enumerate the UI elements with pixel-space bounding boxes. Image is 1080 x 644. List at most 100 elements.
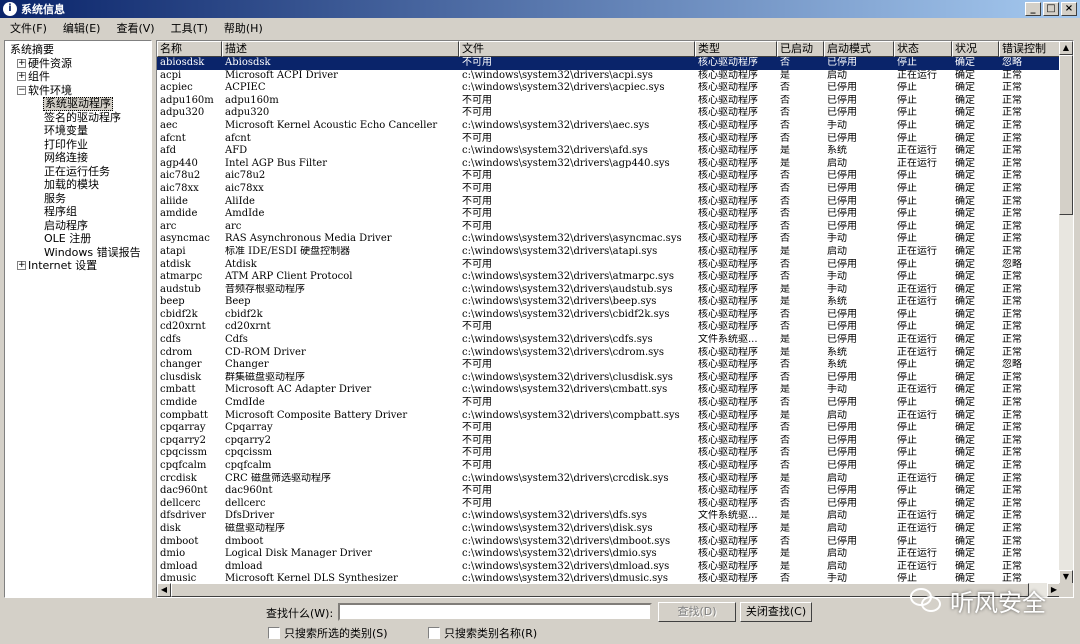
search-selected-category-option[interactable]: 只搜索所选的类别(S) <box>268 625 388 641</box>
table-row[interactable]: cmbatt Microsoft AC Adapter Driver c:\wind… <box>157 384 1061 397</box>
table-row[interactable]: afcnt afcnt 不可用 核心驱动程序 否 已停用 停止 确定 正常 <box>157 133 1061 146</box>
tree-item[interactable]: 环境变量 <box>5 124 151 138</box>
menu-edit[interactable]: 编辑(E) <box>57 20 107 36</box>
scroll-up-arrow-icon[interactable]: ▲ <box>1059 41 1073 55</box>
table-row[interactable]: arc arc 不可用 核心驱动程序 否 已停用 停止 确定 正常 <box>157 221 1061 234</box>
table-row[interactable]: dmboot dmboot c:\windows\system32\drivers\… <box>157 536 1061 549</box>
column-header[interactable]: 状况 <box>952 41 999 57</box>
table-row[interactable]: abiosdsk Abiosdsk 不可用 核心驱动程序 否 已停用 停止 确定 忽略 <box>157 57 1061 70</box>
table-row[interactable]: disk 磁盘驱动程序 c:\windows\system32\drivers\di… <box>157 523 1061 536</box>
table-row[interactable]: cdfs Cdfs c:\windows\system32\drivers\cdfs… <box>157 334 1061 347</box>
tree-item[interactable]: + Internet 设置 <box>5 259 151 273</box>
table-cell: c:\windows\system32\drivers\acpiec.sys <box>462 82 665 94</box>
table-row[interactable]: agp440 Intel AGP Bus Filter c:\windows\sys… <box>157 158 1061 171</box>
column-header[interactable]: 类型 <box>695 41 777 57</box>
close-find-button[interactable]: 关闭查找(C) <box>740 602 812 622</box>
table-cell: dmio <box>160 548 186 560</box>
menu-help[interactable]: 帮助(H) <box>218 20 269 36</box>
table-row[interactable]: cpqcissm cpqcissm 不可用 核心驱动程序 否 已停用 停止 确定 正常 <box>157 447 1061 460</box>
column-header[interactable]: 已启动 <box>777 41 824 57</box>
title-bar[interactable]: i 系统信息 _ □ × <box>0 0 1080 18</box>
table-row[interactable]: atapi 标准 IDE/ESDI 硬盘控制器 c:\windows\system3… <box>157 246 1061 259</box>
column-header[interactable]: 名称 <box>157 41 222 57</box>
expand-icon[interactable]: + <box>17 72 26 81</box>
maximize-button[interactable]: □ <box>1043 2 1059 16</box>
tree-item[interactable]: 正在运行任务 <box>5 165 151 179</box>
table-row[interactable]: aic78u2 aic78u2 不可用 核心驱动程序 否 已停用 停止 确定 正常 <box>157 170 1061 183</box>
column-header[interactable]: 状态 <box>894 41 952 57</box>
scroll-left-arrow-icon[interactable]: ◀ <box>157 583 171 597</box>
find-input[interactable] <box>338 603 652 621</box>
table-row[interactable]: cmdide CmdIde 不可用 核心驱动程序 否 已停用 停止 确定 正常 <box>157 397 1061 410</box>
table-row[interactable]: amdide AmdIde 不可用 核心驱动程序 否 已停用 停止 确定 正常 <box>157 208 1061 221</box>
menu-file[interactable]: 文件(F) <box>4 20 53 36</box>
column-header[interactable]: 描述 <box>222 41 459 57</box>
table-row[interactable]: dfsdriver DfsDriver c:\windows\system32\dr… <box>157 510 1061 523</box>
table-row[interactable]: dmload dmload c:\windows\system32\drivers\… <box>157 561 1061 574</box>
table-row[interactable]: aliide AliIde 不可用 核心驱动程序 否 已停用 停止 确定 正常 <box>157 196 1061 209</box>
table-row[interactable]: changer Changer 不可用 核心驱动程序 否 系统 停止 确定 忽略 <box>157 359 1061 372</box>
tree-item[interactable]: 打印作业 <box>5 138 151 152</box>
expand-icon[interactable]: + <box>17 58 26 68</box>
menu-view[interactable]: 查看(V) <box>110 20 160 36</box>
tree-item[interactable]: − 软件环境 <box>5 84 151 98</box>
tree-item[interactable]: 系统摘要 <box>5 43 151 57</box>
table-row[interactable]: adpu320 adpu320 不可用 核心驱动程序 否 已停用 停止 确定 正常 <box>157 107 1061 120</box>
tree-item[interactable]: 服务 <box>5 192 151 206</box>
table-cell: 启动 <box>827 157 847 169</box>
collapse-icon[interactable]: − <box>17 85 26 95</box>
table-row[interactable]: adpu160m adpu160m 不可用 核心驱动程序 否 已停用 停止 确定 正常 <box>157 95 1061 108</box>
table-row[interactable]: cpqarray Cpqarray 不可用 核心驱动程序 否 已停用 停止 确定 正常 <box>157 422 1061 435</box>
close-button[interactable]: × <box>1061 2 1077 16</box>
table-row[interactable]: atmarpc ATM ARP Client Protocol c:\windows… <box>157 271 1061 284</box>
table-row[interactable]: audstub 音频存根驱动程序 c:\windows\system32\drive… <box>157 284 1061 297</box>
tree-item[interactable]: 签名的驱动程序 <box>5 111 151 125</box>
category-tree[interactable]: 系统摘要 + 硬件资源 + 组件 − 软件环境 系统驱动程序 签名的驱动程序 环境变量 打印作业 网络… <box>4 40 152 598</box>
search-category-names-checkbox[interactable] <box>428 627 440 639</box>
find-button[interactable]: 查找(D) <box>658 602 736 622</box>
tree-item[interactable]: 系统驱动程序 <box>5 97 151 111</box>
tree-item[interactable]: OLE 注册 <box>5 232 151 246</box>
tree-item[interactable]: 程序组 <box>5 205 151 219</box>
table-cell: 已停用 <box>827 321 857 333</box>
table-row[interactable]: beep Beep c:\windows\system32\drivers\beep… <box>157 296 1061 309</box>
tree-item[interactable]: + 组件 <box>5 70 151 84</box>
table-row[interactable]: acpiec ACPIEC c:\windows\system32\drivers\… <box>157 82 1061 95</box>
table-row[interactable]: aic78xx aic78xx 不可用 核心驱动程序 否 已停用 停止 确定 正常 <box>157 183 1061 196</box>
table-row[interactable]: clusdisk 群集磁盘驱动程序 c:\windows\system32\driv… <box>157 372 1061 385</box>
table-row[interactable]: aec Microsoft Kernel Acoustic Echo Cancel… <box>157 120 1061 133</box>
column-header[interactable]: 文件 <box>459 41 695 57</box>
minimize-button[interactable]: _ <box>1025 2 1041 16</box>
column-header[interactable]: 错误控制 <box>999 41 1061 57</box>
table-row[interactable]: asyncmac RAS Asynchronous Media Driver c:\… <box>157 233 1061 246</box>
table-row[interactable]: dellcerc dellcerc 不可用 核心驱动程序 否 已停用 停止 确定 正常 <box>157 498 1061 511</box>
table-row[interactable]: dmio Logical Disk Manager Driver c:\window… <box>157 548 1061 561</box>
search-category-names-option[interactable]: 只搜索类别名称(R) <box>428 625 537 641</box>
table-row[interactable]: acpi Microsoft ACPI Driver c:\windows\syst… <box>157 70 1061 83</box>
table-cell: 确定 <box>955 271 975 283</box>
table-row[interactable]: cbidf2k cbidf2k c:\windows\system32\driver… <box>157 309 1061 322</box>
expand-icon[interactable]: + <box>17 261 26 270</box>
tree-item[interactable]: 加载的模块 <box>5 178 151 192</box>
tree-item[interactable]: 启动程序 <box>5 219 151 233</box>
tree-item[interactable]: Windows 错误报告 <box>5 246 151 260</box>
table-row[interactable]: compbatt Microsoft Composite Battery Driv… <box>157 410 1061 423</box>
table-row[interactable]: cd20xrnt cd20xrnt 不可用 核心驱动程序 否 已停用 停止 确定 正常 <box>157 321 1061 334</box>
table-row[interactable]: cpqfcalm cpqfcalm 不可用 核心驱动程序 否 已停用 停止 确定 正常 <box>157 460 1061 473</box>
menu-tools[interactable]: 工具(T) <box>165 20 214 36</box>
table-row[interactable]: atdisk Atdisk 不可用 核心驱动程序 否 已停用 停止 确定 忽略 <box>157 259 1061 272</box>
table-row[interactable]: cpqarry2 cpqarry2 不可用 核心驱动程序 否 已停用 停止 确定 正常 <box>157 435 1061 448</box>
search-selected-category-checkbox[interactable] <box>268 627 280 639</box>
table-row[interactable]: afd AFD c:\windows\system32\drivers\afd.sy… <box>157 145 1061 158</box>
table-row[interactable]: crcdisk CRC 磁盘筛选驱动程序 c:\windows\system32\d… <box>157 473 1061 486</box>
table-row[interactable]: dac960nt dac960nt 不可用 核心驱动程序 否 已停用 停止 确定 正常 <box>157 485 1061 498</box>
vertical-scroll-thumb[interactable] <box>1059 55 1073 215</box>
table-cell: 正常 <box>1002 522 1022 534</box>
table-row[interactable]: cdrom CD-ROM Driver c:\windows\system32\dr… <box>157 347 1061 360</box>
vertical-scrollbar[interactable]: ▲ ▼ <box>1059 41 1073 584</box>
scroll-down-arrow-icon[interactable]: ▼ <box>1059 570 1073 584</box>
tree-item[interactable]: + 硬件资源 <box>5 57 151 71</box>
tree-item[interactable]: 网络连接 <box>5 151 151 165</box>
horizontal-scroll-thumb[interactable] <box>171 583 1029 597</box>
column-header[interactable]: 启动模式 <box>824 41 894 57</box>
